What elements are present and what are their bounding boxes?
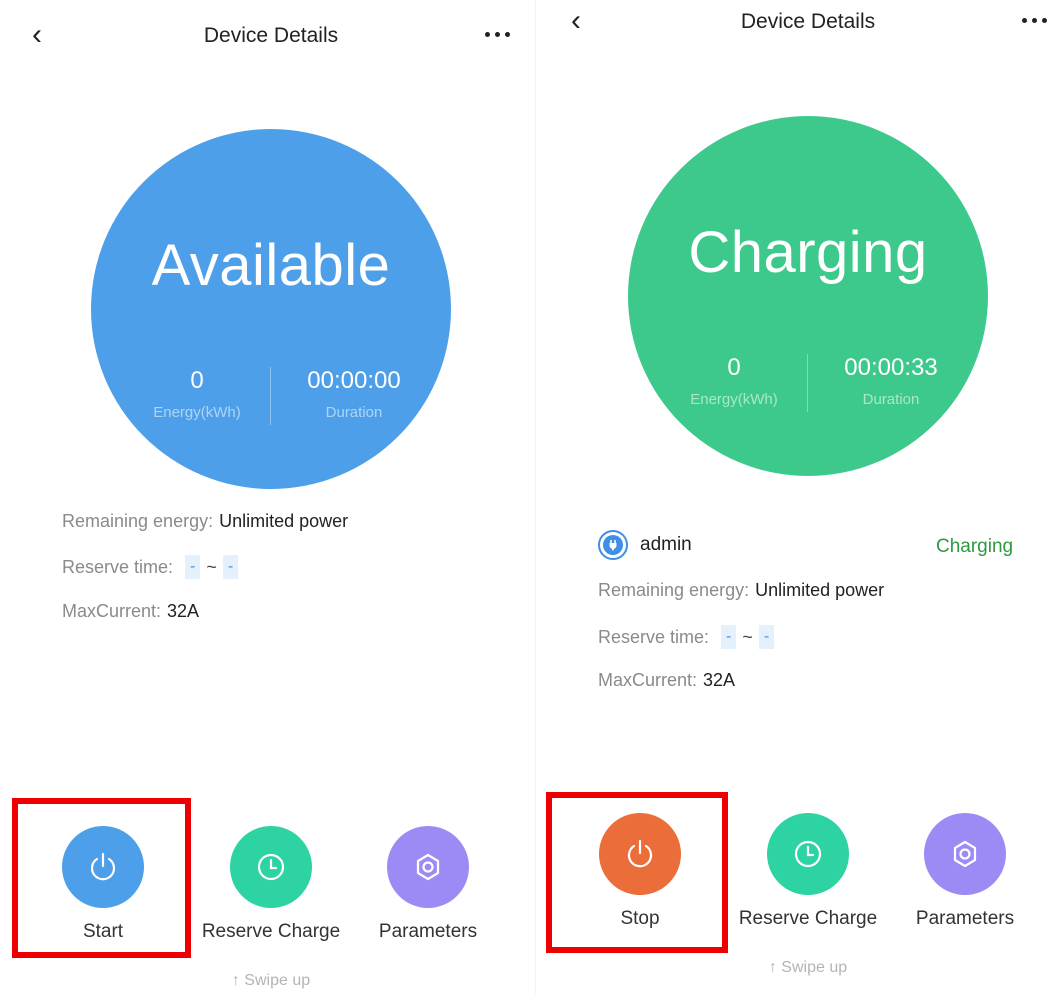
device-details-screen-available: ‹ Device Details Available 0 Energy(kWh)… xyxy=(0,0,536,994)
status-circle: Charging 0 Energy(kWh) 00:00:33 Duration xyxy=(628,116,988,476)
reserve-separator: ~ xyxy=(742,626,753,647)
reserve-charge-label: Reserve Charge xyxy=(738,908,878,929)
gear-icon[interactable] xyxy=(387,826,469,908)
reserve-start-chip[interactable]: - xyxy=(185,555,201,579)
parameters-button[interactable]: Parameters xyxy=(885,813,1045,930)
parameters-label: Parameters xyxy=(915,908,1015,929)
max-current-row: MaxCurrent: 32A xyxy=(62,601,199,622)
reserve-time-label: Reserve time: xyxy=(62,556,174,577)
metric-divider xyxy=(807,354,808,412)
remaining-energy-row: Remaining energy: Unlimited power xyxy=(62,511,348,532)
chevron-left-icon[interactable]: ‹ xyxy=(32,20,42,50)
max-current-value: 32A xyxy=(703,670,736,690)
duration-value: 00:00:33 xyxy=(844,354,938,381)
status-circle: Available 0 Energy(kWh) 00:00:00 Duratio… xyxy=(91,129,451,489)
status-label: Charging xyxy=(688,220,928,285)
parameters-button[interactable]: Parameters xyxy=(348,826,508,943)
charging-status-text: Charging xyxy=(936,536,1014,557)
max-current-value: 32A xyxy=(167,601,200,621)
duration-label: Duration xyxy=(862,391,920,408)
reserve-charge-button[interactable]: Reserve Charge xyxy=(191,826,351,943)
max-current-label: MaxCurrent: xyxy=(598,670,698,690)
remaining-energy-value: Unlimited power xyxy=(219,511,349,531)
page-title: Device Details xyxy=(203,24,339,47)
energy-label: Energy(kWh) xyxy=(153,404,241,421)
user-name: admin xyxy=(640,534,692,555)
remaining-energy-value: Unlimited power xyxy=(755,580,885,600)
energy-label: Energy(kWh) xyxy=(690,391,778,408)
stop-highlight-box xyxy=(546,792,728,953)
more-horizontal-icon[interactable] xyxy=(1022,18,1047,23)
reserve-charge-button[interactable]: Reserve Charge xyxy=(728,813,888,930)
chevron-left-icon[interactable]: ‹ xyxy=(571,6,581,36)
clock-icon[interactable] xyxy=(767,813,849,895)
reserve-charge-label: Reserve Charge xyxy=(201,921,341,942)
max-current-row: MaxCurrent: 32A xyxy=(598,670,735,691)
reserve-end-chip[interactable]: - xyxy=(758,625,775,649)
metric-divider xyxy=(270,367,271,425)
duration-label: Duration xyxy=(325,404,383,421)
remaining-energy-label: Remaining energy: xyxy=(62,511,214,531)
energy-value: 0 xyxy=(190,367,204,394)
reserve-separator: ~ xyxy=(206,556,217,577)
clock-icon[interactable] xyxy=(230,826,312,908)
max-current-label: MaxCurrent: xyxy=(62,601,162,621)
reserve-time-row: Reserve time: - ~ - xyxy=(598,625,778,649)
remaining-energy-label: Remaining energy: xyxy=(598,580,750,600)
reserve-time-row: Reserve time: - ~ - xyxy=(62,555,242,579)
reserve-start-chip[interactable]: - xyxy=(721,625,737,649)
charging-plug-icon xyxy=(598,530,628,560)
swipe-up-hint[interactable]: ↑ Swipe up xyxy=(171,972,371,990)
reserve-time-label: Reserve time: xyxy=(598,626,710,647)
status-label: Available xyxy=(151,233,391,298)
energy-value: 0 xyxy=(727,354,741,381)
more-horizontal-icon[interactable] xyxy=(485,32,510,37)
user-row: admin xyxy=(598,530,692,560)
page-title: Device Details xyxy=(740,10,876,33)
gear-icon[interactable] xyxy=(924,813,1006,895)
reserve-end-chip[interactable]: - xyxy=(222,555,239,579)
start-highlight-box xyxy=(12,798,191,958)
remaining-energy-row: Remaining energy: Unlimited power xyxy=(598,580,884,601)
device-details-screen-charging: ‹ Device Details Charging 0 Energy(kWh) … xyxy=(536,0,1050,994)
parameters-label: Parameters xyxy=(378,921,478,942)
swipe-up-hint[interactable]: ↑ Swipe up xyxy=(708,959,908,977)
duration-value: 00:00:00 xyxy=(307,367,401,394)
